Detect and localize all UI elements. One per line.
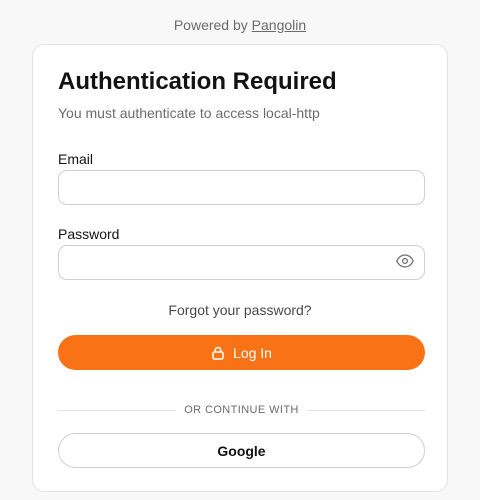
pangolin-link[interactable]: Pangolin: [252, 17, 307, 33]
powered-by-label: Powered by: [173, 17, 248, 33]
powered-by: Powered by Pangolin: [0, 15, 480, 35]
password-label: Password: [58, 226, 120, 242]
email-label: Email: [58, 151, 94, 167]
google-button[interactable]: Google: [58, 433, 425, 468]
email-field[interactable]: [58, 170, 425, 205]
forgot-password-link[interactable]: Forgot your password?: [33, 300, 447, 320]
or-divider: OR CONTINUE WITH: [58, 402, 425, 418]
page-subtitle: You must authenticate to access local-ht…: [58, 105, 320, 121]
page-title: Authentication Required: [58, 68, 337, 95]
divider-line-left: [58, 409, 177, 411]
divider-text: OR CONTINUE WITH: [184, 404, 299, 416]
login-button-label: Log In: [233, 344, 272, 361]
auth-card: Authentication Required You must authent…: [32, 44, 448, 492]
login-button[interactable]: Log In: [58, 335, 425, 370]
password-field[interactable]: [58, 245, 425, 280]
eye-icon[interactable]: [396, 254, 414, 268]
lock-icon: [212, 346, 224, 360]
divider-line-right: [306, 409, 425, 411]
